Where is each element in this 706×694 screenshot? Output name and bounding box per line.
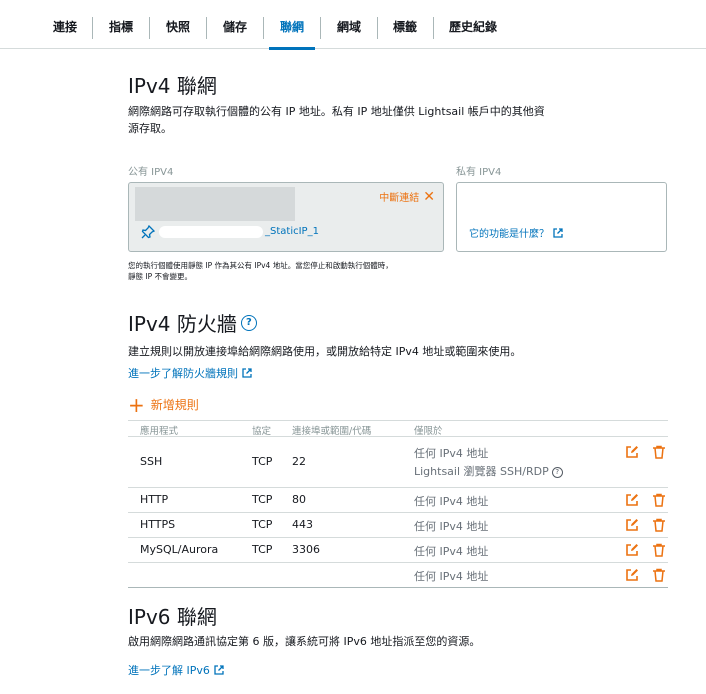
tab-domains[interactable]: 網域 [336,18,362,42]
info-icon[interactable]: ? [240,314,257,331]
table-row: MySQL/Aurora TCP 3306 任何 IPv4 地址 [128,538,668,563]
header-application: 應用程式 [140,426,179,437]
add-rule-button[interactable]: + 新增規則 [128,392,199,417]
what-is-this-link[interactable]: 它的功能是什麼？ [469,225,563,240]
trash-icon[interactable] [652,493,666,507]
firewall-title: IPv4 防火牆 ? [128,308,257,337]
ipv6-description: 啟用網際網路通訊協定第 6 版，讓系統可將 IPv6 地址指派至您的資源。 [128,635,481,648]
tab-bar: 連接 指標 快照 儲存 聯網 網域 標籤 歷史紀錄 [0,0,706,50]
firewall-description: 建立規則以開放連接埠給網際網路使用，或開放給特定 IPv4 地址或範圍來使用。 [128,345,522,358]
ssh-rdp-label: Lightsail 瀏覽器 SSH/RDP [414,465,549,478]
ipv4-description-line2: 源存取。 [128,122,172,135]
tab-storage[interactable]: 儲存 [222,18,248,42]
row-restricted: 任何 IPv4 地址 [414,447,489,460]
private-ipv4-card: 它的功能是什麼？ [456,182,667,252]
header-protocol: 協定 [252,426,272,437]
row-port: 443 [292,518,313,531]
table-row: HTTPS TCP 443 任何 IPv4 地址 [128,513,668,538]
ipv6-title: IPv6 聯網 [128,605,217,629]
trash-icon[interactable] [652,445,666,459]
ipv4-description-line1: 網際網路可存取執行個體的公有 IP 地址。私有 IP 地址僅供 Lightsai… [128,105,545,118]
trash-icon[interactable] [652,543,666,557]
firewall-rules-table: 應用程式 協定 連接埠或範圍/代碼 僅限於 SSH TCP 22 任何 IPv4… [128,420,668,588]
tab-divider [92,17,93,39]
header-restricted: 僅限於 [414,426,443,437]
add-rule-label: 新增規則 [150,398,199,412]
what-is-this-label: 它的功能是什麼？ [469,229,549,240]
header-port: 連接埠或範圍/代碼 [292,426,372,437]
info-icon[interactable]: ? [551,466,563,478]
external-link-icon [242,368,252,378]
close-icon: ✕ [423,188,435,205]
row-application: MySQL/Aurora [140,543,219,556]
redacted-public-ip [135,187,295,221]
edit-icon[interactable] [625,493,639,507]
static-ip-name[interactable]: _StaticIP_1 [265,226,319,237]
firewall-title-text: IPv4 防火牆 [128,312,237,336]
row-restricted: 任何 IPv4 地址 [414,545,489,558]
ipv6-learn-more-label: 進一步了解 IPv6 [128,664,210,677]
row-application: HTTP [140,493,169,506]
static-ip-note-line1: 您的執行個體使用靜態 IP 作為其公有 IPv4 地址。當您停止和啟動執行個體時… [128,261,393,270]
tab-networking[interactable]: 聯網 [269,18,315,50]
ipv4-description: 網際網路可存取執行個體的公有 IP 地址。私有 IP 地址僅供 Lightsai… [128,103,545,137]
trash-icon[interactable] [652,568,666,582]
row-port: 3306 [292,543,320,556]
row-restricted: 任何 IPv4 地址 [414,570,489,583]
tab-metrics[interactable]: 指標 [108,18,134,42]
edit-icon[interactable] [625,568,639,582]
public-ipv4-card: 中斷連結 ✕ _StaticIP_1 [128,182,444,252]
tab-connect[interactable]: 連接 [52,18,78,42]
row-restricted: 任何 IPv4 地址 [414,520,489,533]
tab-divider [433,17,434,39]
static-ip-note: 您的執行個體使用靜態 IP 作為其公有 IPv4 地址。當您停止和啟動執行個體時… [128,260,458,282]
table-row: HTTP TCP 80 任何 IPv4 地址 [128,488,668,513]
firewall-learn-more-label: 進一步了解防火牆規則 [128,367,238,380]
row-port: 22 [292,455,306,468]
trash-icon[interactable] [652,518,666,532]
row-port: 80 [292,493,306,506]
table-row: 任何 IPv4 地址 [128,563,668,588]
plus-icon: + [128,392,145,417]
table-row: SSH TCP 22 任何 IPv4 地址 Lightsail 瀏覽器 SSH/… [128,437,668,488]
tab-divider [320,17,321,39]
tab-divider [377,17,378,39]
row-protocol: TCP [252,518,273,531]
tab-divider [149,17,150,39]
redacted-instance-name [159,226,263,238]
edit-icon[interactable] [625,518,639,532]
tab-divider [206,17,207,39]
row-restricted: 任何 IPv4 地址 [414,495,489,508]
row-application: SSH [140,455,163,468]
tab-tags[interactable]: 標籤 [392,18,418,42]
detach-button[interactable]: 中斷連結 ✕ [379,188,435,205]
tab-divider [263,17,264,39]
ipv6-learn-more-link[interactable]: 進一步了解 IPv6 [128,662,224,678]
firewall-learn-more-link[interactable]: 進一步了解防火牆規則 [128,365,252,381]
detach-label: 中斷連結 [379,193,420,204]
tab-history[interactable]: 歷史紀錄 [448,18,498,42]
row-restricted-ssh: Lightsail 瀏覽器 SSH/RDP? [414,463,563,479]
private-ipv4-label: 私有 IPV4 [456,167,502,178]
row-protocol: TCP [252,543,273,556]
table-header: 應用程式 協定 連接埠或範圍/代碼 僅限於 [128,420,668,437]
row-protocol: TCP [252,493,273,506]
row-application: HTTPS [140,518,176,531]
ipv4-title: IPv4 聯網 [128,74,217,98]
external-link-icon [214,665,224,675]
public-ipv4-label: 公有 IPV4 [128,167,174,178]
pin-icon [141,225,155,239]
tab-snapshots[interactable]: 快照 [165,18,191,42]
edit-icon[interactable] [625,543,639,557]
static-ip-note-line2: 靜態 IP 不會變更。 [128,272,193,281]
edit-icon[interactable] [625,445,639,459]
row-protocol: TCP [252,455,273,468]
external-link-icon [553,227,563,238]
